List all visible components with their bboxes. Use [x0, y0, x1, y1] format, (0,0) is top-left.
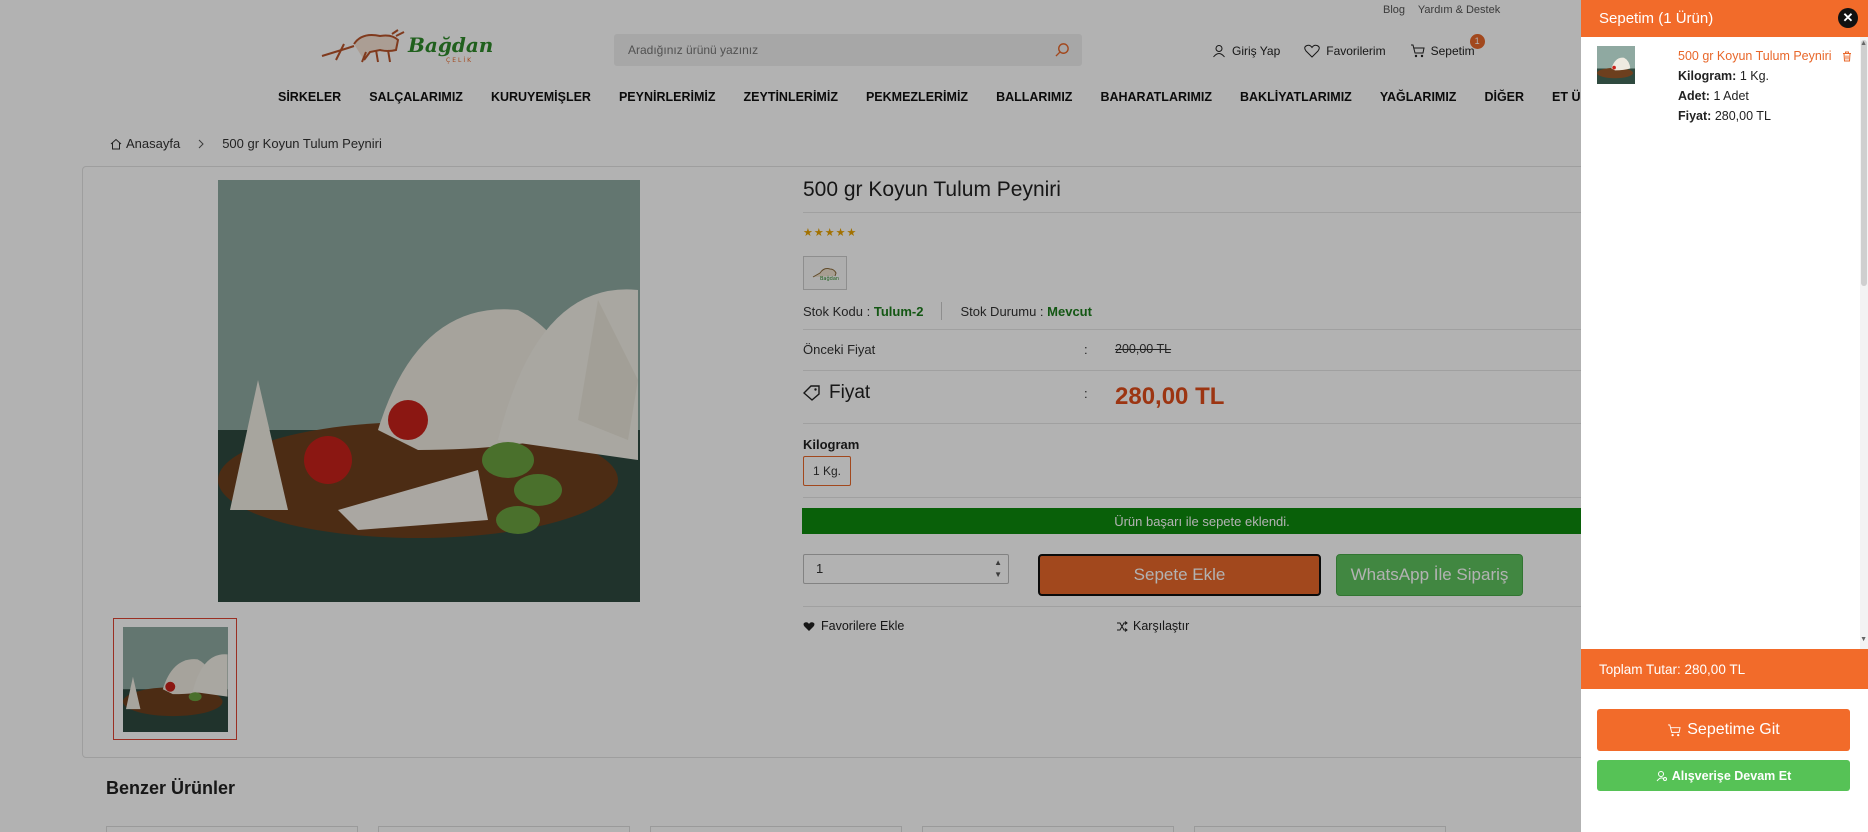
- cart-total: Toplam Tutar: 280,00 TL: [1581, 649, 1868, 689]
- trash-icon[interactable]: [1842, 49, 1852, 67]
- cheese-thumbnail-photo: [1597, 46, 1635, 84]
- cart-drawer-header: Sepetim (1 Ürün) ✕: [1581, 0, 1868, 37]
- cart-item-price-label: Fiyat:: [1678, 109, 1712, 123]
- go-to-cart-label: Sepetime Git: [1687, 721, 1780, 738]
- continue-shopping-button[interactable]: Alışverişe Devam Et: [1597, 760, 1850, 791]
- cart-item-price-value: 280,00 TL: [1714, 109, 1771, 123]
- cart-item-image[interactable]: [1597, 46, 1635, 84]
- cart-item-kg-value: 1 Kg.: [1739, 69, 1770, 83]
- cart-item-qty-label: Adet:: [1678, 89, 1710, 103]
- cart-item-info: 500 gr Koyun Tulum Peyniri Kilogram: 1 K…: [1678, 46, 1848, 126]
- cart-drawer: Sepetim (1 Ürün) ✕ 500 gr Koyun Tulum Pe…: [1581, 0, 1868, 832]
- cart-item-qty-value: 1 Adet: [1713, 89, 1749, 103]
- cart-item-kg-label: Kilogram:: [1678, 69, 1737, 83]
- scroll-up-arrow[interactable]: ▲: [1860, 40, 1867, 47]
- go-to-cart-button[interactable]: Sepetime Git: [1597, 709, 1850, 751]
- user-search-icon: [1656, 770, 1667, 781]
- cart-scrollbar-thumb[interactable]: [1861, 40, 1867, 286]
- cart-drawer-title: Sepetim (1 Ürün): [1599, 10, 1714, 27]
- modal-backdrop[interactable]: [0, 0, 1581, 832]
- scroll-down-arrow[interactable]: ▼: [1860, 636, 1867, 643]
- close-icon[interactable]: ✕: [1838, 8, 1858, 28]
- cart-item-name[interactable]: 500 gr Koyun Tulum Peyniri: [1678, 46, 1848, 66]
- continue-shopping-label: Alışverişe Devam Et: [1671, 768, 1792, 783]
- cart-icon: [1668, 723, 1681, 736]
